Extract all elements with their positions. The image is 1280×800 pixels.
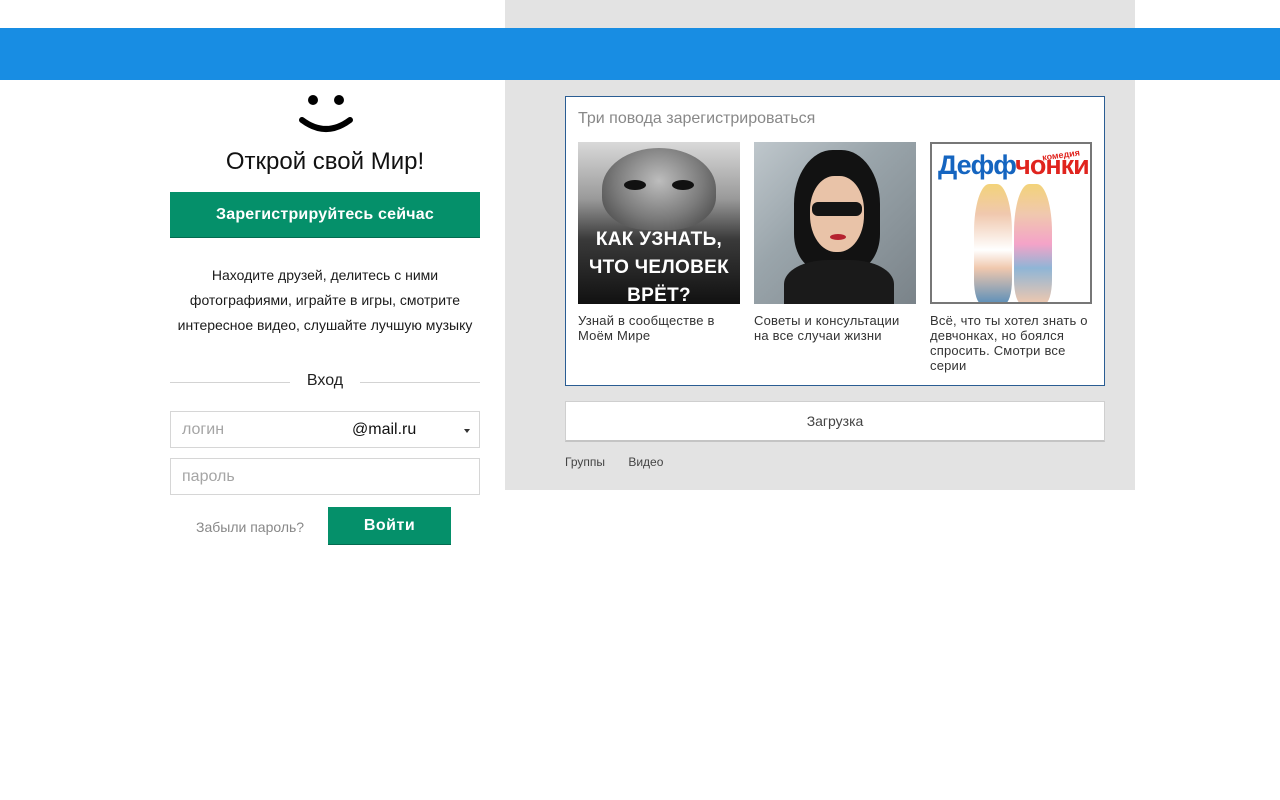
person-shape	[974, 184, 1012, 302]
register-button[interactable]: Зарегистрируйтесь сейчас	[170, 192, 480, 237]
logo-part: Дефф	[938, 150, 1016, 180]
promo-image[interactable]: КАК УЗНАТЬ, ЧТО ЧЕЛОВЕК ВРЁТ?	[578, 142, 740, 304]
link-video[interactable]: Видео	[628, 455, 663, 469]
chevron-down-icon[interactable]	[464, 429, 470, 433]
page-title: Открой свой Мир!	[225, 148, 425, 175]
login-placeholder: логин	[182, 421, 225, 438]
promo-card[interactable]: Деффчонки комедия Всё, что ты хотел знат…	[930, 142, 1092, 373]
domain-select[interactable]: @mail.ru	[352, 412, 416, 447]
eye-shape	[624, 180, 646, 190]
password-placeholder: пароль	[182, 468, 235, 485]
eye-shape	[672, 180, 694, 190]
promo-image[interactable]	[754, 142, 916, 304]
lips-shape	[830, 234, 846, 240]
loading-button[interactable]: Загрузка	[565, 401, 1105, 442]
forgot-password-link[interactable]: Забыли пароль?	[196, 517, 304, 537]
promo-card[interactable]: КАК УЗНАТЬ, ЧТО ЧЕЛОВЕК ВРЁТ? Узнай в со…	[578, 142, 740, 343]
promo-box: Три повода зарегистрироваться КАК УЗНАТЬ…	[565, 96, 1105, 386]
promo-image[interactable]: Деффчонки комедия	[930, 142, 1092, 304]
promo-caption[interactable]: Всё, что ты хотел знать о девчонках, но …	[930, 313, 1092, 373]
footer-links: Группы Видео	[565, 455, 683, 469]
smile-icon	[299, 95, 353, 132]
promo-title: Три повода зарегистрироваться	[578, 110, 816, 127]
body-shape	[784, 260, 894, 304]
person-shape	[1014, 184, 1052, 302]
divider-left	[170, 382, 290, 383]
login-title: Вход	[306, 372, 344, 389]
sunglasses-shape	[812, 202, 862, 216]
promo-card[interactable]: Советы и консультации на все случаи жизн…	[754, 142, 916, 343]
top-bar	[0, 28, 1280, 80]
link-groups[interactable]: Группы	[565, 455, 605, 469]
description-text: Находите друзей, делитесь с ними фотогра…	[177, 267, 473, 333]
promo-caption[interactable]: Узнай в сообществе в Моём Мире	[578, 313, 740, 343]
face-image	[602, 148, 716, 230]
password-field[interactable]: пароль	[170, 458, 480, 495]
login-field[interactable]: логин @mail.ru	[170, 411, 480, 448]
divider-right	[360, 382, 480, 383]
promo-caption[interactable]: Советы и консультации на все случаи жизн…	[754, 313, 916, 343]
image-text: КАК УЗНАТЬ, ЧТО ЧЕЛОВЕК ВРЁТ?	[589, 229, 729, 304]
login-button[interactable]: Войти	[328, 507, 451, 544]
login-heading: Вход	[170, 372, 480, 392]
